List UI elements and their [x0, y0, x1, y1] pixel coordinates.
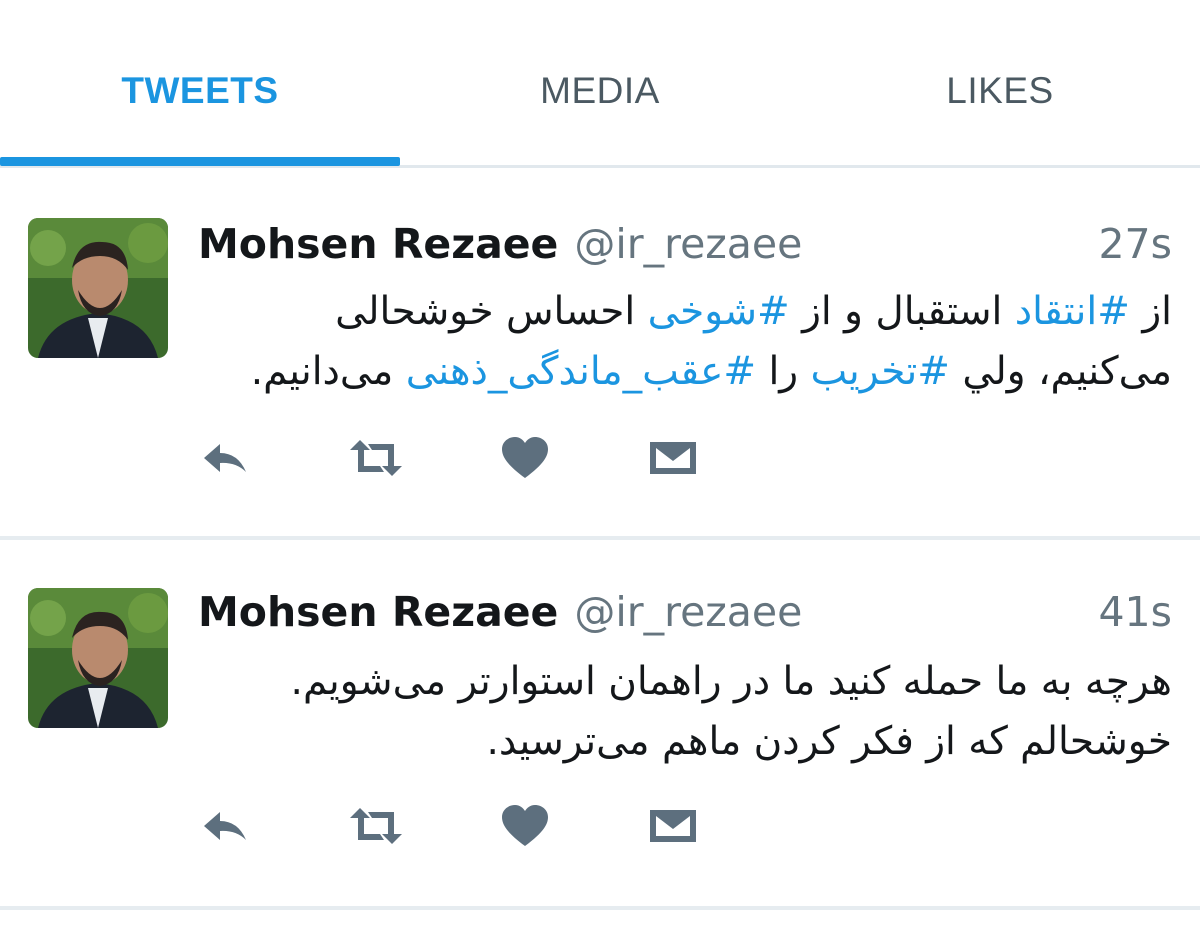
hashtag-link[interactable]: #انتقاد [1015, 289, 1130, 334]
tab-media[interactable]: MEDIA [400, 70, 800, 112]
tab-tweets[interactable]: TWEETS [0, 70, 400, 112]
author-name[interactable]: Mohsen Rezaee [198, 588, 558, 636]
tweet-timestamp[interactable]: 41s [1098, 588, 1172, 636]
like-icon[interactable] [498, 802, 552, 850]
text-part: هرچه به ما حمله کنید ما در راهمان استوار… [290, 659, 1172, 764]
text-part: استقبال و از [789, 289, 1015, 334]
tweet-text: هرچه به ما حمله کنید ما در راهمان استوار… [198, 652, 1172, 772]
text-part: از [1129, 289, 1172, 334]
message-icon[interactable] [646, 434, 700, 482]
retweet-icon[interactable] [346, 434, 406, 482]
profile-tabs: TWEETS MEDIA LIKES [0, 0, 1200, 168]
tweet-actions [198, 434, 718, 482]
author-name[interactable]: Mohsen Rezaee [198, 220, 558, 268]
tweet-header: Mohsen Rezaee @ir_rezaee 41s [198, 588, 1172, 648]
author-handle[interactable]: @ir_rezaee [574, 588, 802, 636]
active-tab-indicator [0, 157, 400, 166]
avatar[interactable] [28, 588, 168, 728]
author-handle[interactable]: @ir_rezaee [574, 220, 802, 268]
text-part: را [756, 349, 811, 394]
message-icon[interactable] [646, 802, 700, 850]
tweet-actions [198, 802, 718, 850]
reply-icon[interactable] [198, 434, 252, 482]
tweet[interactable]: Mohsen Rezaee @ir_rezaee 27s از #انتقاد … [0, 168, 1200, 540]
hashtag-link[interactable]: #شوخی [648, 289, 790, 334]
hashtag-link[interactable]: #تخریب [811, 349, 950, 394]
tweet-header: Mohsen Rezaee @ir_rezaee 27s [198, 220, 1172, 280]
tab-likes[interactable]: LIKES [800, 70, 1200, 112]
text-part: می‌دانیم. [250, 349, 406, 394]
tweet-divider [0, 906, 1200, 910]
tweet-timestamp[interactable]: 27s [1098, 220, 1172, 268]
retweet-icon[interactable] [346, 802, 406, 850]
hashtag-link[interactable]: #عقب_ماندگی_ذهنی [406, 349, 756, 394]
like-icon[interactable] [498, 434, 552, 482]
avatar[interactable] [28, 218, 168, 358]
reply-icon[interactable] [198, 802, 252, 850]
tweet[interactable]: Mohsen Rezaee @ir_rezaee 41s هرچه به ما … [0, 540, 1200, 908]
tweet-text: از #انتقاد استقبال و از #شوخی احساس خوشح… [198, 282, 1172, 402]
